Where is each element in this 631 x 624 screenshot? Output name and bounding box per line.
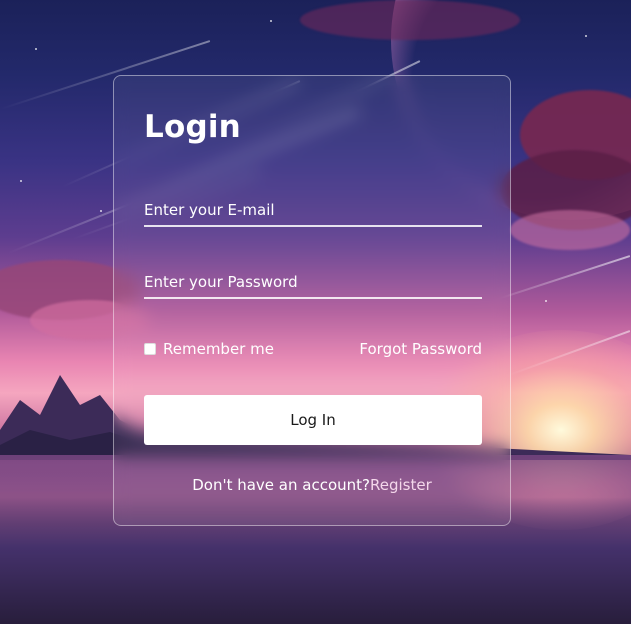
login-options: Remember me Forgot Password bbox=[144, 340, 482, 362]
star bbox=[585, 35, 587, 37]
password-field bbox=[144, 261, 482, 299]
register-prompt: Don't have an account?Register bbox=[114, 476, 510, 494]
password-input[interactable] bbox=[144, 273, 482, 291]
cloud bbox=[510, 210, 630, 250]
star bbox=[545, 300, 547, 302]
star bbox=[100, 210, 102, 212]
forgot-password-link[interactable]: Forgot Password bbox=[359, 340, 482, 358]
login-button[interactable]: Log In bbox=[144, 395, 482, 445]
email-field bbox=[144, 189, 482, 227]
star bbox=[270, 20, 272, 22]
register-prompt-text: Don't have an account? bbox=[192, 476, 370, 494]
remember-me-checkbox[interactable] bbox=[144, 343, 156, 355]
email-input[interactable] bbox=[144, 201, 482, 219]
remember-me[interactable]: Remember me bbox=[144, 340, 274, 358]
login-title: Login bbox=[144, 109, 241, 145]
star bbox=[20, 180, 22, 182]
cloud bbox=[300, 0, 520, 40]
login-card: Login Remember me Forgot Password Log In… bbox=[113, 75, 511, 526]
remember-me-label: Remember me bbox=[163, 340, 274, 358]
register-link[interactable]: Register bbox=[370, 476, 432, 494]
star bbox=[35, 48, 37, 50]
